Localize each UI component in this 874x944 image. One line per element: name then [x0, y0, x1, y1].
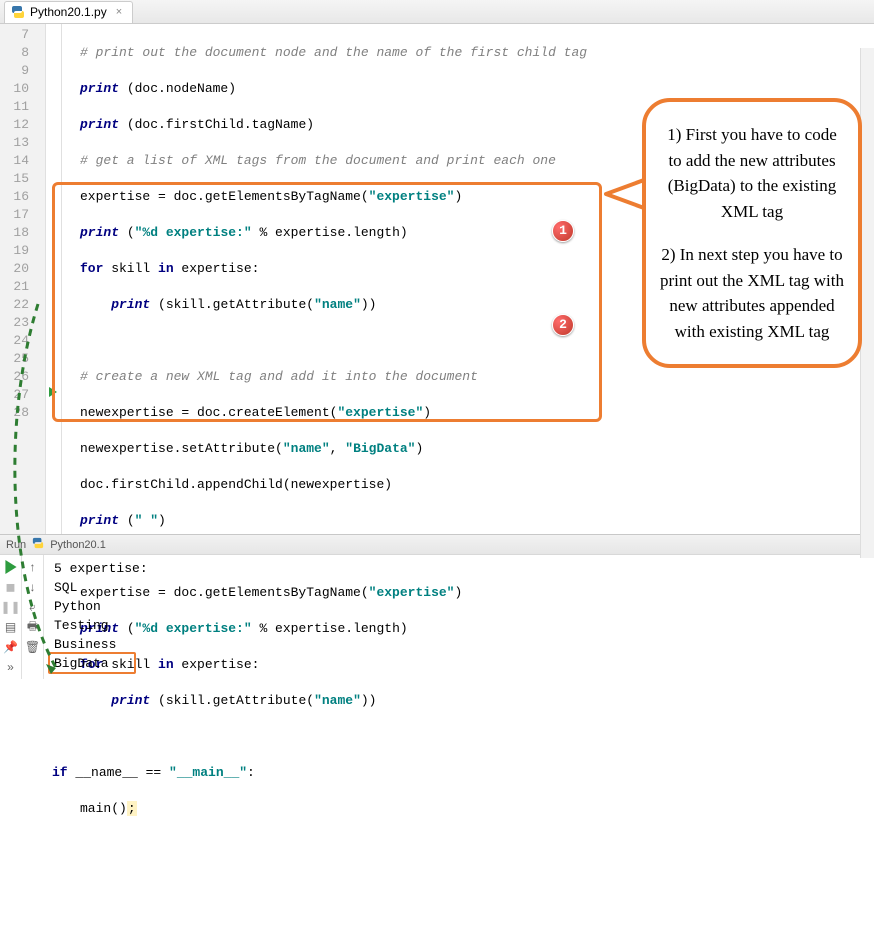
close-tab-icon[interactable]: × [116, 6, 122, 18]
file-tab-label: Python20.1.py [30, 5, 107, 19]
console-line: Business [54, 635, 864, 654]
run-toolbar-left: ◼ ❚❚ ▤ 📌 » [0, 555, 22, 679]
line-number: 13 [0, 134, 45, 152]
run-label: Run [6, 539, 26, 551]
callout-text-1: 1) First you have to code to add the new… [660, 122, 844, 224]
more-icon[interactable]: » [3, 659, 19, 675]
caret: ; [127, 801, 137, 816]
annotation-callout: 1) First you have to code to add the new… [642, 98, 862, 568]
callout-tail-icon [602, 168, 646, 218]
line-number: 18 [0, 224, 45, 242]
pause-icon[interactable]: ❚❚ [3, 599, 19, 615]
run-toolbar-console: ↑ ↓ ⤶ 🖶 🗑 [22, 555, 44, 679]
line-number: 24 [0, 332, 45, 350]
line-number-gutter: 7891011121314151617181920212223242526272… [0, 24, 46, 534]
pin-icon[interactable]: 📌 [3, 639, 19, 655]
line-number: 25 [0, 350, 45, 368]
console-line: BigData [54, 654, 864, 673]
soft-wrap-icon[interactable]: ⤶ [25, 599, 41, 615]
print-icon[interactable]: 🖶 [25, 619, 41, 635]
fold-column [46, 24, 62, 534]
line-number: 20 [0, 260, 45, 278]
layout-icon[interactable]: ▤ [3, 619, 19, 635]
line-number: 16 [0, 188, 45, 206]
editor-tab-bar: Python20.1.py × [0, 0, 874, 24]
code-comment: # create a new XML tag and add it into t… [80, 369, 478, 384]
line-number: 10 [0, 80, 45, 98]
line-number: 7 [0, 26, 45, 44]
line-number: 27 [0, 386, 45, 404]
line-number: 23 [0, 314, 45, 332]
line-number: 26 [0, 368, 45, 386]
stop-icon[interactable]: ◼ [3, 579, 19, 595]
console-line: Testing [54, 616, 864, 635]
rerun-icon[interactable] [3, 559, 19, 575]
line-number: 21 [0, 278, 45, 296]
line-number: 19 [0, 242, 45, 260]
line-number: 11 [0, 98, 45, 116]
line-number: 12 [0, 116, 45, 134]
line-number: 17 [0, 206, 45, 224]
line-number: 14 [0, 152, 45, 170]
code-comment: # get a list of XML tags from the docume… [80, 153, 556, 168]
down-icon[interactable]: ↓ [25, 579, 41, 595]
line-number: 15 [0, 170, 45, 188]
python-file-icon [11, 5, 25, 19]
annotation-badge-1: 1 [552, 220, 574, 242]
line-number: 8 [0, 44, 45, 62]
up-icon[interactable]: ↑ [25, 559, 41, 575]
run-gutter-icon[interactable] [48, 386, 58, 400]
callout-text-2: 2) In next step you have to print out th… [660, 242, 844, 344]
annotation-badge-2: 2 [552, 314, 574, 336]
code-comment: # print out the document node and the na… [80, 45, 587, 60]
console-line: SQL [54, 578, 864, 597]
line-number: 9 [0, 62, 45, 80]
file-tab[interactable]: Python20.1.py × [4, 1, 133, 23]
vertical-scrollbar[interactable] [860, 48, 874, 558]
console-output[interactable]: 5 expertise:SQLPythonTestingBusinessBigD… [44, 555, 874, 679]
clear-icon[interactable]: 🗑 [25, 639, 41, 655]
console-line: Python [54, 597, 864, 616]
python-run-icon [32, 537, 44, 552]
line-number: 22 [0, 296, 45, 314]
line-number: 28 [0, 404, 45, 422]
